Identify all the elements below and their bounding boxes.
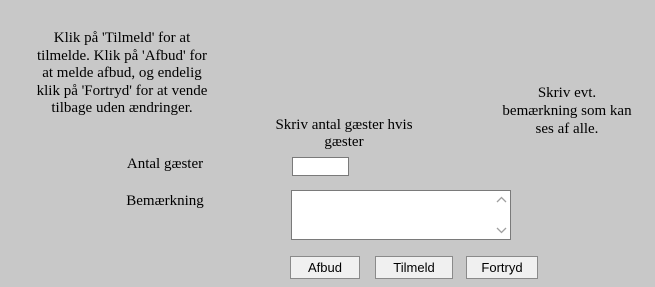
guests-hint-line: gæster <box>324 134 364 150</box>
remark-textarea[interactable] <box>292 191 492 239</box>
remark-scrollbar[interactable] <box>493 191 510 239</box>
remark-hint-line: bemærkning som kan <box>502 103 632 119</box>
chevron-down-icon[interactable] <box>493 222 510 239</box>
remark-textarea-box <box>291 190 511 240</box>
fortryd-button[interactable]: Fortryd <box>466 256 538 279</box>
instructions-line: klik på 'Fortryd' for at vende <box>36 82 208 99</box>
instructions-line: at melde afbud, og endelig <box>42 65 202 81</box>
instructions-line: tilbage uden ændringer. <box>51 100 193 116</box>
guests-hint-line: Skriv antal gæster hvis <box>275 117 413 133</box>
tilmeld-button[interactable]: Tilmeld <box>375 256 453 279</box>
guests-label: Antal gæster <box>126 156 204 172</box>
remark-hint-line: ses af alle. <box>535 121 599 137</box>
chevron-up-icon[interactable] <box>493 191 510 208</box>
remark-hint-line: Skriv evt. <box>537 85 597 101</box>
afbud-button[interactable]: Afbud <box>290 256 360 279</box>
remark-label: Bemærkning <box>126 193 204 209</box>
signup-form-panel: Klik på 'Tilmeld' for at tilmelde. Klik … <box>0 0 655 287</box>
guests-input[interactable] <box>292 157 349 176</box>
remark-hint: Skriv evt. bemærkning som kan ses af all… <box>494 84 640 138</box>
guests-hint: Skriv antal gæster hvis gæster <box>268 117 420 151</box>
instructions-line: tilmelde. Klik på 'Afbud' for <box>37 47 207 64</box>
instructions-line: Klik på 'Tilmeld' for at <box>53 30 191 46</box>
signup-instructions: Klik på 'Tilmeld' for at tilmelde. Klik … <box>8 30 236 118</box>
